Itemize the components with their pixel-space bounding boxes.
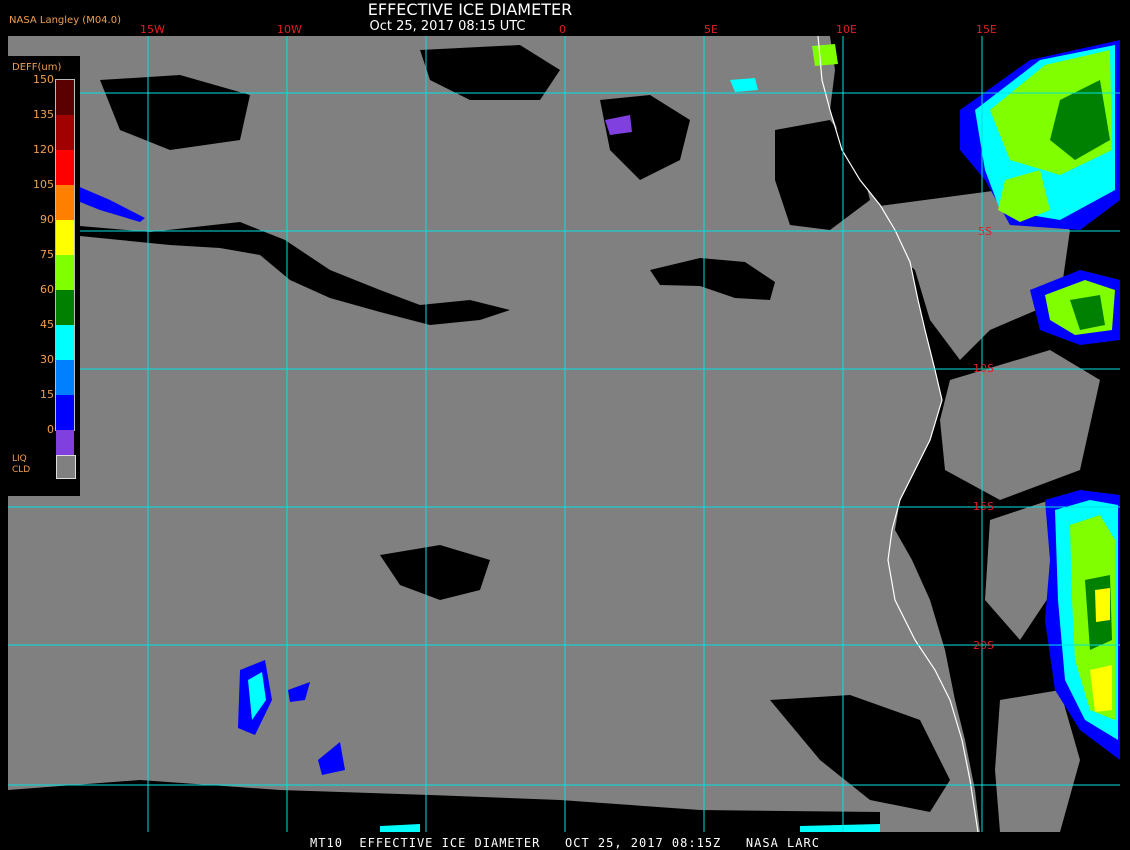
colorbar-swatch xyxy=(56,115,74,150)
colorbar-tick-label: 105 xyxy=(33,178,54,191)
colorbar-swatch xyxy=(56,80,74,115)
colorbar-swatch xyxy=(56,255,74,290)
map-title: EFFECTIVE ICE DIAMETER xyxy=(367,0,573,19)
colorbar-tick-label: 0 xyxy=(47,423,54,436)
colorbar-swatch xyxy=(56,325,74,360)
colorbar-tick-label: 120 xyxy=(33,143,54,156)
colorbar-swatch xyxy=(56,395,74,430)
lat-label: 15S xyxy=(973,500,994,513)
liquid-cloud-swatch xyxy=(56,455,76,479)
source-label: NASA Langley (M04.0) xyxy=(9,15,121,26)
liq-label-line2: CLD xyxy=(12,465,31,475)
map-timestamp: Oct 25, 2017 08:15 UTC xyxy=(369,19,526,34)
lon-label: 15E xyxy=(976,23,997,36)
colorbar-swatch xyxy=(56,185,74,220)
colorbar-swatch xyxy=(56,150,74,185)
colorbar-tick-label: 75 xyxy=(40,248,54,261)
lat-label: 5S xyxy=(978,225,992,238)
colorbar-tick-label: 15 xyxy=(40,388,54,401)
colorbar-swatch xyxy=(56,360,74,395)
colorbar-tick-label: 150 xyxy=(33,73,54,86)
colorbar-tick-label: 90 xyxy=(40,213,54,226)
colorbar-swatch xyxy=(56,290,74,325)
lat-label: 10S xyxy=(973,362,994,375)
satellite-map: 15W 10W 0 5E 10E 15E 5S 10S 15S 20S xyxy=(8,23,1120,833)
color-legend: DEFF(um) 150 135 120 105 90 75 60 45 30 15 0 LIQ C… xyxy=(8,56,80,496)
colorbar-swatch xyxy=(56,220,74,255)
colorbar-tick-label: 60 xyxy=(40,283,54,296)
colorbar-tick-label: 45 xyxy=(40,318,54,331)
colorbar-tick-label: 30 xyxy=(40,353,54,366)
legend-title: DEFF(um) xyxy=(12,62,62,73)
liquid-cloud-label: LIQ CLD xyxy=(12,454,30,476)
liq-label-line1: LIQ xyxy=(12,454,27,464)
lat-label: 20S xyxy=(973,639,994,652)
footer-caption: MT10 EFFECTIVE ICE DIAMETER OCT 25, 2017… xyxy=(310,836,820,850)
colorbar-tick-label: 135 xyxy=(33,108,54,121)
